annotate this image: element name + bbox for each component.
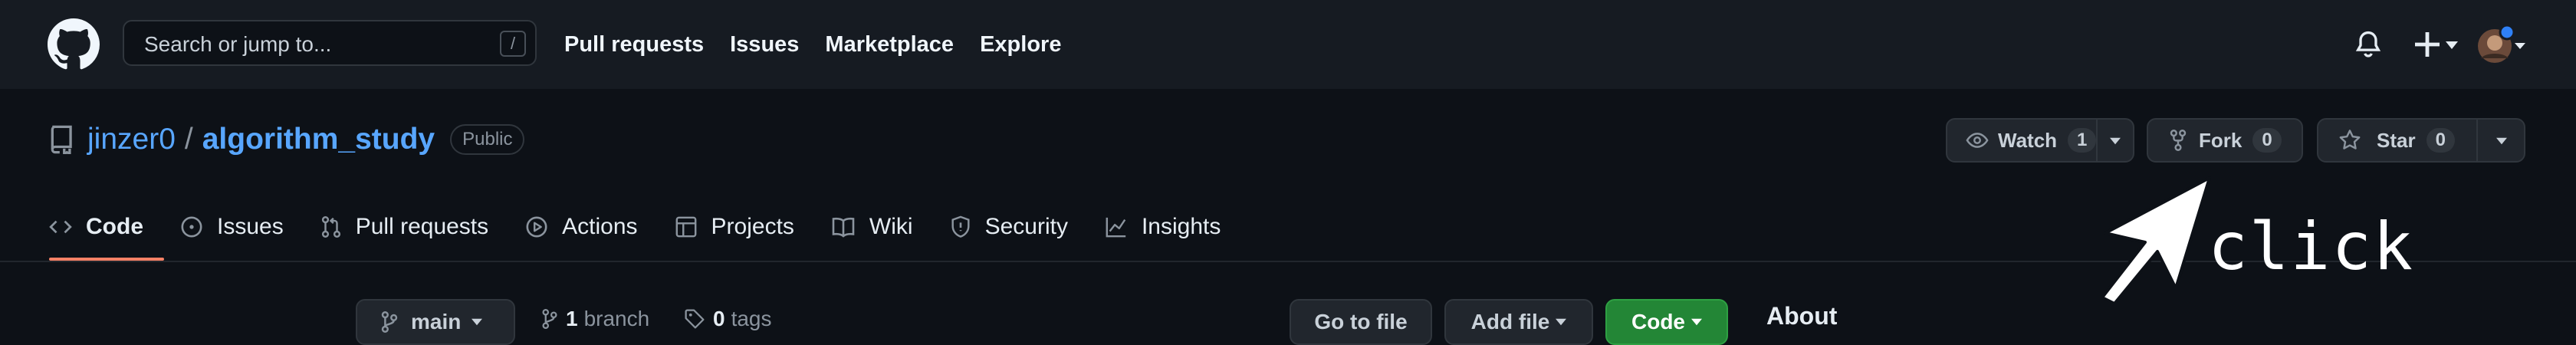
tab-wiki-label: Wiki: [869, 214, 913, 239]
user-avatar[interactable]: [2475, 25, 2527, 64]
tab-issues[interactable]: Issues: [180, 201, 284, 253]
star-label: Star: [2377, 128, 2416, 152]
github-logo-icon[interactable]: [48, 18, 100, 71]
nav-explore[interactable]: Explore: [980, 32, 1061, 58]
tab-projects[interactable]: Projects: [675, 201, 794, 253]
click-annotation-label: click: [2208, 209, 2414, 285]
star-button[interactable]: Star 0: [2317, 118, 2525, 163]
branch-count: 1: [566, 307, 578, 330]
tab-actions[interactable]: Actions: [525, 201, 638, 253]
tab-pull-requests[interactable]: Pull requests: [320, 201, 488, 253]
fork-icon: [2170, 130, 2187, 151]
shield-icon: [951, 215, 970, 238]
code-button-caret-icon: [1691, 318, 1702, 326]
projects-icon: [675, 216, 696, 238]
add-file-label: Add file: [1470, 310, 1550, 334]
repo-tabs: Code Issues Pull requests Actions Projec…: [49, 201, 1257, 262]
star-divider: [2476, 118, 2478, 163]
code-icon: [49, 220, 72, 234]
nav-pull-requests[interactable]: Pull requests: [564, 32, 704, 58]
wiki-book-icon: [832, 217, 855, 238]
tab-insights-label: Insights: [1141, 214, 1221, 239]
repo-icon: [51, 125, 72, 154]
graph-icon: [1106, 217, 1126, 238]
about-heading: About: [1766, 302, 1838, 330]
tab-security-label: Security: [984, 214, 1068, 239]
cursor-arrow-icon: [2101, 176, 2211, 304]
tab-issues-label: Issues: [217, 214, 284, 239]
repo-owner-link[interactable]: jinzer0: [87, 123, 176, 156]
tags-link[interactable]: 0 tags: [684, 307, 772, 331]
tab-security[interactable]: Security: [950, 201, 1068, 253]
pull-request-icon: [321, 216, 340, 238]
watch-label: Watch: [1998, 128, 2058, 152]
eye-icon: [1966, 133, 1989, 148]
fork-count: 0: [2252, 128, 2282, 153]
notifications-bell-icon[interactable]: [2354, 29, 2383, 60]
repo-path-separator: /: [184, 123, 193, 156]
star-count: 0: [2426, 128, 2455, 153]
search-input[interactable]: Search or jump to... /: [123, 20, 537, 66]
actions-icon: [526, 216, 547, 238]
tag-count: 0: [713, 307, 725, 330]
global-header: Search or jump to... / Pull requests Iss…: [0, 0, 2576, 89]
star-dropdown-caret-icon[interactable]: [2496, 137, 2507, 145]
create-new-plus-icon[interactable]: [2413, 28, 2459, 61]
global-nav: Pull requests Issues Marketplace Explore: [564, 0, 1061, 89]
branch-icon: [381, 311, 398, 333]
tab-code[interactable]: Code: [49, 201, 143, 253]
nav-marketplace[interactable]: Marketplace: [825, 32, 954, 58]
fork-label: Fork: [2199, 128, 2242, 152]
tag-count-label: tags: [731, 307, 772, 330]
branch-name: main: [411, 310, 462, 334]
tab-actions-label: Actions: [562, 214, 638, 239]
nav-issues[interactable]: Issues: [730, 32, 799, 58]
issue-icon: [181, 216, 202, 238]
repo-name-link[interactable]: algorithm_study: [202, 123, 435, 156]
add-file-caret-icon: [1556, 318, 1567, 326]
fork-button[interactable]: Fork 0: [2147, 118, 2303, 163]
tab-wiki[interactable]: Wiki: [831, 201, 913, 253]
branch-caret-icon: [472, 318, 483, 326]
visibility-badge: Public: [450, 124, 525, 155]
tab-insights[interactable]: Insights: [1105, 201, 1221, 253]
branches-link[interactable]: 1 branch: [541, 307, 649, 331]
tab-pull-requests-label: Pull requests: [355, 214, 489, 239]
code-button[interactable]: Code: [1605, 299, 1728, 345]
star-icon: [2339, 130, 2361, 150]
watch-button[interactable]: Watch 1: [1946, 118, 2134, 163]
branch-selector[interactable]: main: [356, 299, 515, 345]
go-to-file-button[interactable]: Go to file: [1290, 299, 1432, 345]
search-placeholder: Search or jump to...: [144, 32, 332, 56]
watch-count: 1: [2068, 128, 2097, 153]
watch-dropdown-caret-icon[interactable]: [2110, 137, 2121, 145]
add-file-button[interactable]: Add file: [1444, 299, 1593, 345]
branch-count-label: branch: [583, 307, 650, 330]
search-shortcut-key: /: [500, 31, 526, 57]
watch-divider: [2096, 118, 2098, 163]
tab-code-label: Code: [86, 214, 143, 239]
code-button-label: Code: [1631, 310, 1685, 334]
tab-projects-label: Projects: [711, 214, 794, 239]
repo-title: jinzer0 / algorithm_study Public: [48, 117, 525, 163]
